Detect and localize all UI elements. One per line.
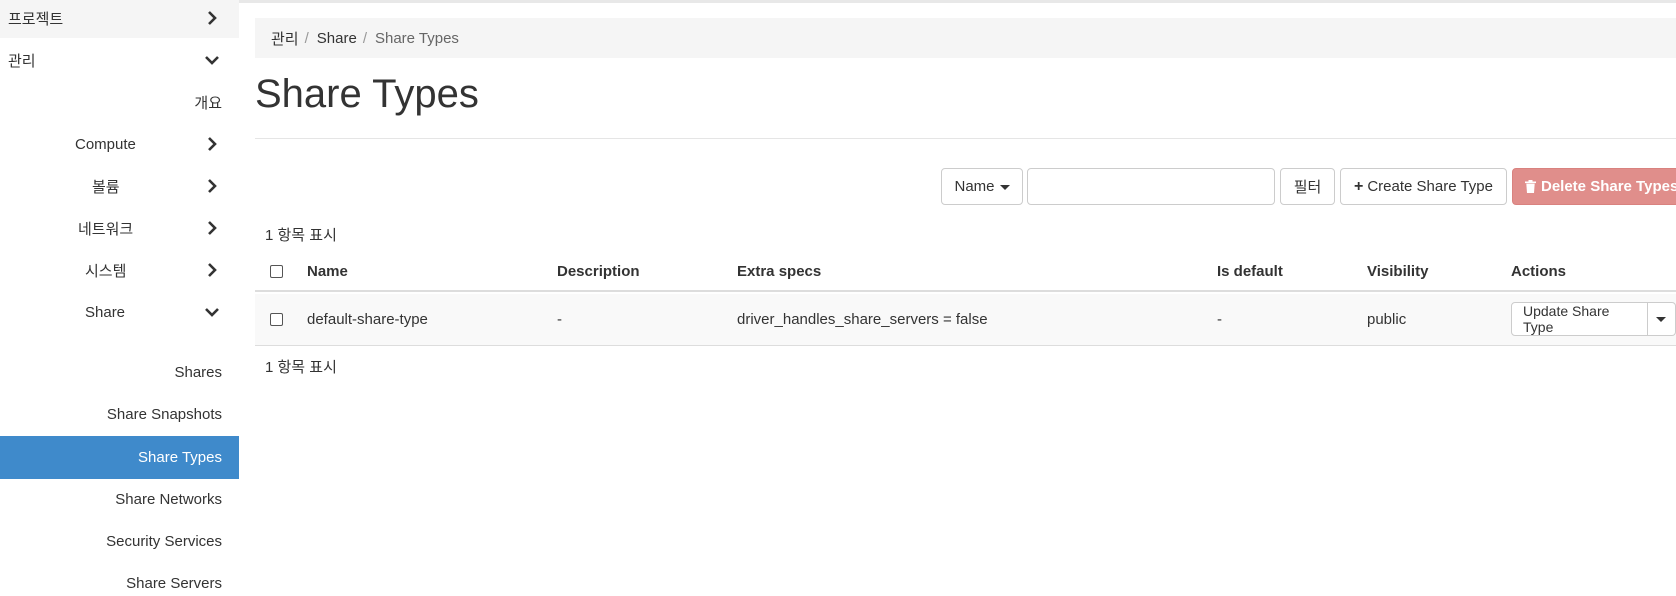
sidebar-item-label: 네트워크	[78, 220, 134, 238]
cell-is-default: -	[1217, 311, 1222, 328]
sidebar-item-share-servers[interactable]: Share Servers	[0, 563, 239, 596]
chevron-right-icon	[205, 11, 219, 25]
row-actions: Update Share Type	[1511, 302, 1676, 336]
table-toolbar: Name 필터 + Create Share Type Delete Share…	[255, 168, 1676, 206]
sidebar-item-volumes[interactable]: 볼륨	[0, 166, 239, 206]
sidebar-item-label: Security Services	[106, 532, 222, 550]
chevron-down-icon	[205, 305, 219, 319]
chevron-down-icon	[205, 53, 219, 67]
sidebar-item-label: Share Types	[138, 449, 222, 466]
sidebar-item-label: Shares	[174, 363, 222, 381]
cell-visibility: public	[1367, 311, 1407, 328]
filter-field-label: Name	[954, 178, 995, 195]
caret-down-icon	[999, 185, 1010, 190]
table-row: default-share-type - driver_handles_shar…	[255, 294, 1676, 346]
breadcrumb-item-admin[interactable]: 관리	[271, 28, 299, 49]
sidebar-item-network[interactable]: 네트워크	[0, 208, 239, 248]
chevron-right-icon	[205, 221, 219, 235]
column-header-visibility[interactable]: Visibility	[1367, 252, 1428, 290]
breadcrumb-item-current: Share Types	[374, 29, 459, 47]
item-count-footer: 1 항목 표시	[265, 359, 337, 376]
filter-input[interactable]	[1027, 168, 1275, 205]
column-header-description[interactable]: Description	[557, 252, 640, 290]
sidebar-item-label: 관리	[8, 52, 36, 70]
sidebar-item-label: Compute	[75, 135, 136, 153]
sidebar-item-security-services[interactable]: Security Services	[0, 521, 239, 561]
cell-description: -	[557, 311, 562, 328]
divider	[255, 138, 1676, 139]
caret-down-icon	[1656, 316, 1667, 322]
sidebar-item-label: 볼륨	[92, 178, 120, 196]
sidebar-item-label: Share Networks	[115, 490, 222, 508]
sidebar-item-label: 프로젝트	[8, 10, 64, 28]
column-header-name[interactable]: Name	[307, 252, 348, 290]
sidebar-item-shares[interactable]: Shares	[0, 352, 239, 392]
sidebar-item-share-types[interactable]: Share Types	[0, 436, 239, 479]
sidebar-item-label: Share	[85, 303, 126, 321]
chevron-right-icon	[205, 263, 219, 277]
sidebar-item-label: Share Servers	[126, 574, 222, 592]
row-actions-dropdown-toggle[interactable]	[1647, 302, 1676, 336]
sidebar-item-share-networks[interactable]: Share Networks	[0, 479, 239, 519]
sidebar-item-share[interactable]: Share	[0, 292, 239, 332]
breadcrumb-item-share[interactable]: Share	[317, 30, 357, 47]
create-share-type-button[interactable]: + Create Share Type	[1340, 168, 1507, 205]
delete-share-types-button[interactable]: Delete Share Types	[1512, 168, 1676, 205]
create-share-type-label: Create Share Type	[1367, 178, 1493, 195]
item-count: 1 항목 표시	[265, 227, 337, 244]
sidebar-item-label: Share Snapshots	[106, 405, 222, 423]
breadcrumb-separator: /	[304, 29, 309, 47]
page-title: Share Types	[255, 72, 479, 116]
chevron-right-icon	[205, 137, 219, 151]
trash-icon	[1525, 180, 1536, 193]
select-all-checkbox[interactable]	[270, 264, 283, 278]
table-header: Name Description Extra specs Is default …	[255, 252, 1676, 292]
sidebar-item-compute[interactable]: Compute	[0, 124, 239, 164]
sidebar: 프로젝트 관리 개요 Compute 볼륨 네트워크 시스템 Share Sha…	[0, 0, 239, 596]
column-header-extra-specs[interactable]: Extra specs	[737, 252, 821, 290]
breadcrumb-separator: /	[362, 29, 367, 47]
select-all-cell	[270, 252, 283, 290]
cell-extra-specs: driver_handles_share_servers = false	[737, 311, 988, 328]
sidebar-item-share-snapshots[interactable]: Share Snapshots	[0, 394, 239, 434]
sidebar-item-label: 시스템	[85, 262, 127, 280]
sidebar-item-label: 개요	[194, 94, 222, 112]
sidebar-item-system[interactable]: 시스템	[0, 250, 239, 290]
sidebar-item-overview[interactable]: 개요	[0, 82, 239, 122]
main-content: 관리 / Share / Share Types Share Types Nam…	[255, 0, 1676, 596]
filter-field-dropdown[interactable]: Name	[941, 168, 1023, 205]
row-checkbox[interactable]	[270, 313, 283, 326]
breadcrumb: 관리 / Share / Share Types	[255, 18, 1676, 58]
sidebar-item-project[interactable]: 프로젝트	[0, 0, 239, 38]
plus-icon: +	[1354, 177, 1364, 195]
column-header-is-default[interactable]: Is default	[1217, 252, 1283, 290]
cell-name: default-share-type	[307, 311, 428, 328]
update-share-type-button[interactable]: Update Share Type	[1511, 302, 1648, 336]
delete-share-types-label: Delete Share Types	[1541, 178, 1676, 195]
filter-button[interactable]: 필터	[1280, 168, 1335, 205]
sidebar-item-admin[interactable]: 관리	[0, 40, 239, 80]
chevron-right-icon	[205, 179, 219, 193]
row-select-cell	[270, 294, 283, 345]
column-header-actions: Actions	[1511, 262, 1567, 280]
